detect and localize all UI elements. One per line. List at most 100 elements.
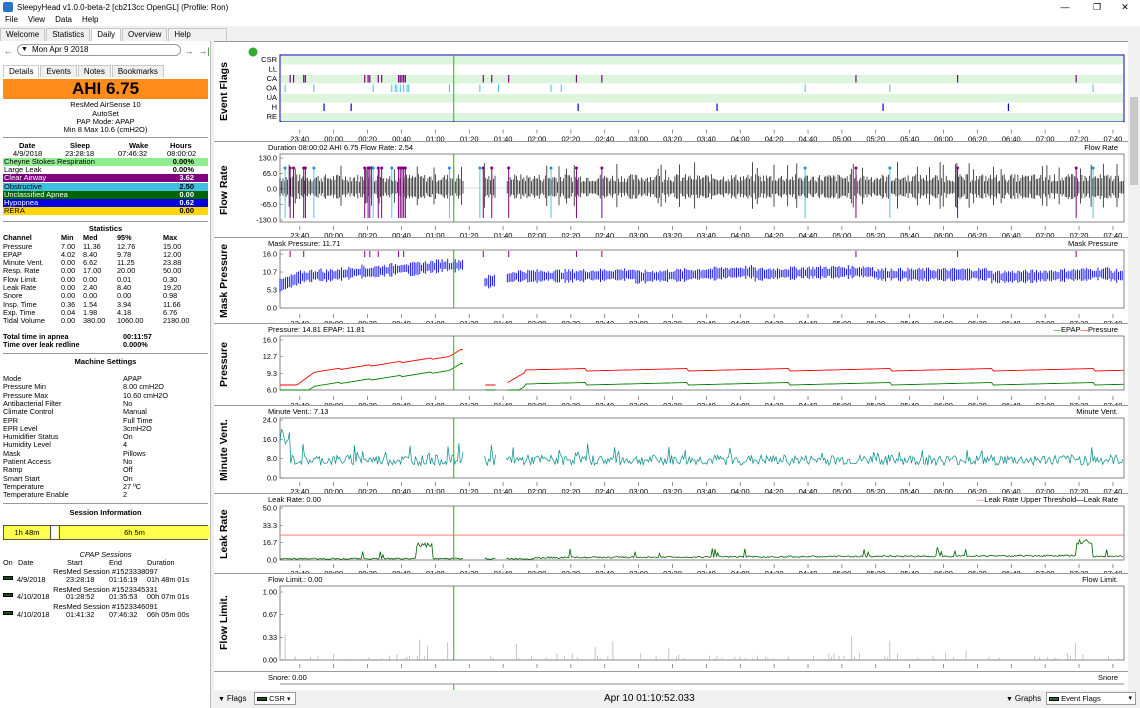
session-row[interactable]: 4/10/2018 01:41:32 07:46:32 06h 05m 00s bbox=[3, 610, 208, 619]
y-tick-label: 16.0 bbox=[263, 435, 277, 444]
graph-event-flags[interactable]: Event Flags CSR LL CA OA UA H RE 23:40 00:00 00:20… bbox=[214, 41, 1128, 142]
divider bbox=[3, 503, 208, 504]
selected-date: Mon Apr 9 2018 bbox=[32, 45, 89, 54]
graph-pressure[interactable]: Pressure 16.0 12.7 9.3 6.0 23:40 00:00 00:20 00:… bbox=[214, 323, 1128, 406]
y-tick-label: 0.67 bbox=[263, 610, 277, 619]
sessions-header: On Date Start End Duration bbox=[3, 558, 175, 567]
session-enabled-checkbox[interactable] bbox=[3, 575, 13, 580]
graph-legend: Snore bbox=[1097, 673, 1118, 682]
y-tick-label: 0.0 bbox=[267, 474, 277, 483]
pin-icon[interactable] bbox=[248, 47, 258, 57]
y-tick-label: 0.0 bbox=[267, 185, 277, 194]
graph-snore[interactable]: Snore: 0.00 Snore bbox=[214, 671, 1128, 691]
session-info-title: Session Information bbox=[69, 508, 142, 517]
last-day-arrow-icon[interactable]: →| bbox=[197, 46, 210, 56]
graph-legend: Flow Rate bbox=[1084, 143, 1118, 152]
next-day-arrow-icon[interactable]: → bbox=[184, 46, 194, 56]
left-panel: ← ▼ Mon Apr 9 2018 → →| Details Events N… bbox=[0, 41, 211, 708]
machine-setting-row: Patient Access No bbox=[3, 457, 133, 466]
ahi-summary: AHI 6.75 bbox=[3, 79, 208, 99]
prev-day-arrow-icon[interactable]: ← bbox=[3, 46, 13, 56]
date-select[interactable]: ▼ Mon Apr 9 2018 bbox=[17, 44, 181, 56]
graph-leak-rate[interactable]: Leak Rate 50.0 33.3 16.7 0.0 23:40 00:00 00:20 0… bbox=[214, 493, 1128, 574]
dropdown-icon: ▼ bbox=[1006, 696, 1015, 703]
title-bar: SleepyHead v1.0.0-beta-2 [cb213cc OpenGL… bbox=[0, 0, 1140, 14]
y-tick-label: 12.7 bbox=[263, 352, 277, 361]
y-tick-label: 0.33 bbox=[263, 633, 277, 642]
graph-label: Minute Vent. bbox=[218, 419, 230, 481]
graph-mask-pressure[interactable]: Mask Pressure 16.0 10.7 5.3 0.0 23:40 00:00 00:… bbox=[214, 237, 1128, 324]
graph-scrollbar[interactable] bbox=[1128, 41, 1140, 690]
y-tick-label: 130.0 bbox=[259, 154, 277, 163]
tab-daily[interactable]: Daily bbox=[91, 28, 121, 41]
menu-data[interactable]: Data bbox=[50, 14, 77, 26]
graph-label: Event Flags bbox=[218, 62, 230, 122]
y-tick-label: 16.0 bbox=[263, 250, 277, 259]
graph-label: Pressure bbox=[218, 342, 230, 388]
session-timeline-bar[interactable]: 1h 48m 6h 5m bbox=[3, 525, 209, 540]
y-tick-label: 33.3 bbox=[263, 521, 277, 530]
tab-statistics[interactable]: Statistics bbox=[46, 28, 91, 41]
maximize-button[interactable]: ❐ bbox=[1082, 0, 1112, 14]
y-tick-label: 9.3 bbox=[267, 369, 277, 378]
session-segment[interactable]: 1h 48m bbox=[4, 526, 51, 539]
divider bbox=[3, 137, 208, 138]
tab-events[interactable]: Events bbox=[40, 65, 77, 77]
flags-select[interactable]: CSR ▾ bbox=[254, 692, 296, 705]
left-tabs: Details Events Notes Bookmarks bbox=[3, 65, 165, 77]
flag-channel-label: CA bbox=[267, 74, 277, 83]
y-tick-label: -130.0 bbox=[256, 216, 277, 225]
color-swatch bbox=[257, 697, 267, 702]
menu-bar: File View Data Help bbox=[0, 14, 1140, 26]
graph-area: Event Flags CSR LL CA OA UA H RE 23:40 00:00 00:20… bbox=[214, 41, 1128, 691]
scrollbar-thumb[interactable] bbox=[1130, 97, 1138, 185]
session-row[interactable]: 4/10/2018 01:28:52 01:35:53 00h 07m 01s bbox=[3, 593, 208, 601]
graphs-toggle[interactable]: ▼ Graphs bbox=[1006, 693, 1041, 706]
graph-header: Minute Vent.: 7.13 bbox=[268, 407, 329, 416]
graph-header: Flow Limit.: 0.00 bbox=[268, 575, 323, 584]
window-title: SleepyHead v1.0.0-beta-2 [cb213cc OpenGL… bbox=[17, 2, 229, 12]
bottom-bar: ▼ Flags CSR ▾ Apr 10 01:10:52.033 ▼ Grap… bbox=[214, 690, 1140, 708]
tab-welcome[interactable]: Welcome bbox=[0, 28, 46, 41]
date-navigation: ← ▼ Mon Apr 9 2018 → →| bbox=[0, 44, 210, 57]
close-button[interactable]: ✕ bbox=[1110, 0, 1140, 14]
tab-notes[interactable]: Notes bbox=[77, 65, 111, 77]
flags-toggle[interactable]: ▼ Flags bbox=[218, 693, 246, 705]
session-row[interactable]: 4/9/2018 23:28:18 01:16:19 01h 48m 01s bbox=[3, 575, 208, 584]
graph-legend: Mask Pressure bbox=[1067, 239, 1118, 248]
machine-setting-row: Temperature Enable 2 bbox=[3, 490, 128, 500]
graph-flow-limit[interactable]: Flow Limit.1.000.670.330.0023:4000:0000:… bbox=[214, 573, 1128, 672]
main-tabs: Welcome Statistics Daily Overview Help B… bbox=[0, 28, 228, 51]
graph-flow-rate[interactable]: Flow Rate 130.0 65.0 0.0 -65.0 -130.0 23:40 00:… bbox=[214, 141, 1128, 238]
minimize-button[interactable]: — bbox=[1050, 0, 1080, 14]
dropdown-icon: ▼ bbox=[21, 46, 28, 53]
event-index-row[interactable]: Hypopnea 0.62 bbox=[3, 199, 208, 207]
flag-channel-label: LL bbox=[269, 65, 277, 74]
y-tick-label: 8.0 bbox=[267, 454, 277, 463]
graph-legend: Minute Vent. bbox=[1076, 407, 1118, 416]
graph-label: Flow Limit. bbox=[218, 595, 230, 651]
session-enabled-checkbox[interactable] bbox=[3, 610, 13, 615]
tab-help-browser[interactable]: Help Browser bbox=[168, 28, 227, 51]
leak-redline-row: Time over leak redline 0.000% bbox=[3, 340, 148, 349]
menu-help[interactable]: Help bbox=[77, 14, 103, 26]
session-segment[interactable]: 6h 5m bbox=[59, 526, 209, 539]
y-tick-label: 10.7 bbox=[263, 268, 277, 277]
session-enabled-checkbox[interactable] bbox=[3, 593, 13, 597]
graph-header: Snore: 0.00 bbox=[268, 673, 307, 682]
y-tick-label: 6.0 bbox=[267, 386, 277, 395]
tab-bookmarks[interactable]: Bookmarks bbox=[111, 65, 164, 77]
graph-header: Leak Rate: 0.00 bbox=[268, 495, 321, 504]
event-index-row[interactable]: RERA 0.00 bbox=[3, 207, 208, 216]
divider bbox=[3, 221, 208, 222]
graphs-select[interactable]: Event Flags ▾ bbox=[1046, 692, 1136, 705]
y-tick-label: 50.0 bbox=[263, 504, 277, 513]
tab-overview[interactable]: Overview bbox=[122, 28, 168, 41]
graph-minute-vent[interactable]: Minute Vent. 24.0 16.0 8.0 0.0 23:40 00:00 00:2… bbox=[214, 405, 1128, 494]
graph-header: Duration 08:00:02 AHI 6.75 Flow Rate: 2.… bbox=[268, 143, 414, 152]
tab-details[interactable]: Details bbox=[3, 65, 40, 77]
menu-view[interactable]: View bbox=[23, 14, 50, 26]
menu-file[interactable]: File bbox=[0, 14, 23, 26]
graph-legend: Flow Limit. bbox=[1082, 575, 1118, 584]
statistics-title: Statistics bbox=[88, 224, 123, 233]
